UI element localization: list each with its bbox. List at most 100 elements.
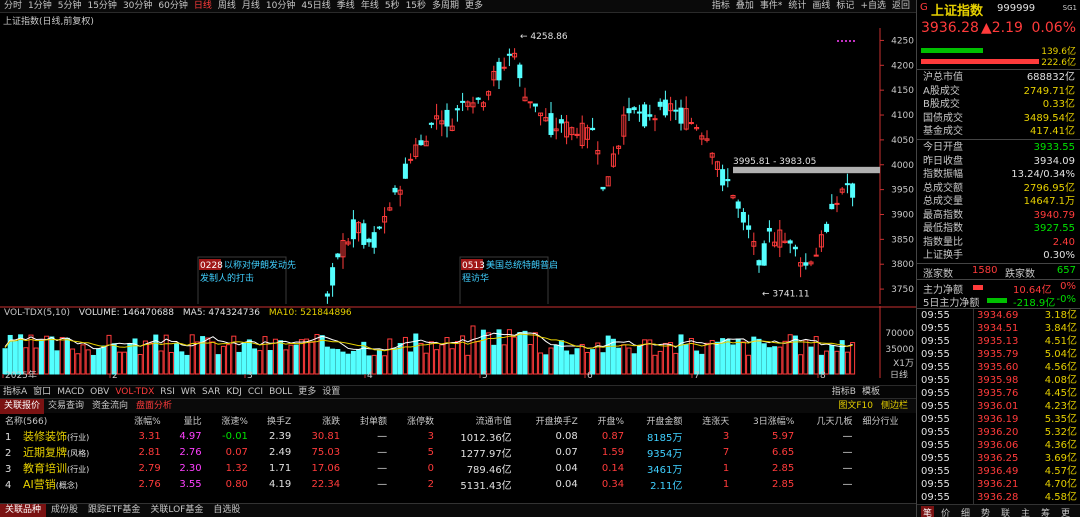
period-tab[interactable]: 季线 xyxy=(337,0,355,13)
period-tab[interactable]: 1分钟 xyxy=(28,0,52,13)
period-tab[interactable]: 分时 xyxy=(4,0,22,13)
column-header[interactable]: 名称(566) xyxy=(0,413,119,428)
column-header[interactable]: 涨跌 xyxy=(296,413,345,428)
table-tab[interactable]: 交易查询 xyxy=(44,399,88,414)
table-tab[interactable]: 盘面分析 xyxy=(132,399,176,414)
column-header[interactable]: 流通市值 xyxy=(439,413,517,428)
marker-dot xyxy=(853,40,855,42)
volume-bar xyxy=(12,341,18,375)
menu-item[interactable]: 叠加 xyxy=(736,0,754,13)
menu-item[interactable]: 画线 xyxy=(812,0,830,13)
table-right-tab[interactable]: 图文F10 xyxy=(834,399,877,414)
bottom-tab[interactable]: 关联LOF基金 xyxy=(145,504,208,517)
indicator-tab[interactable]: KDJ xyxy=(226,386,242,398)
indicator-tab[interactable]: BOLL xyxy=(269,386,292,398)
indicator-tab[interactable]: OBV xyxy=(90,386,109,398)
panel-tab[interactable]: 筹 xyxy=(1041,506,1050,517)
bottom-tab[interactable]: 成份股 xyxy=(46,504,83,517)
column-header[interactable]: 封单额 xyxy=(345,413,392,428)
price-change: ▲2.19 xyxy=(981,20,1023,36)
panel-tab[interactable]: 主 xyxy=(1021,506,1030,517)
row-number: 1 xyxy=(5,432,12,443)
volume-bar xyxy=(777,346,783,375)
column-header[interactable]: 3日涨幅% xyxy=(734,413,799,428)
column-header[interactable]: 换手Z xyxy=(253,413,296,428)
bottom-tab[interactable]: 跟踪ETF基金 xyxy=(83,504,145,517)
period-tab[interactable]: 日线 xyxy=(194,0,212,13)
column-header[interactable]: 开盘金额 xyxy=(629,413,687,428)
event-annotation[interactable]: 0228 以称对伊朗发动先发制人的打击 xyxy=(197,256,296,304)
table-tab[interactable]: 资金流向 xyxy=(88,399,132,414)
bottom-tab[interactable]: 关联品种 xyxy=(0,504,47,517)
indicator-right-item[interactable]: 模板 xyxy=(862,386,880,398)
period-tab[interactable]: 15秒 xyxy=(406,0,426,13)
sector-name[interactable]: AI营销 xyxy=(23,478,56,491)
menu-item[interactable]: 事件* xyxy=(760,0,783,13)
candle-body xyxy=(626,108,632,114)
period-tab[interactable]: 60分钟 xyxy=(158,0,187,13)
volume-bar xyxy=(631,353,637,375)
period-tab[interactable]: 45日线 xyxy=(301,0,330,13)
sector-name[interactable]: 教育培训 xyxy=(23,462,67,475)
indicator-tab[interactable]: VOL-TDX xyxy=(115,386,154,398)
table-row[interactable]: 4 AI营销(概念) 2.76 3.55 0.80 4.19 22.34 — 2 5131.43亿… xyxy=(0,476,916,492)
table-row[interactable]: 3 教育培训(行业) 2.79 2.30 1.32 1.71 17.06 — 0 789.46亿 0… xyxy=(0,460,916,476)
column-header[interactable]: 开盘% xyxy=(583,413,629,428)
column-header[interactable]: 量比 xyxy=(166,413,207,428)
column-header[interactable]: 连涨天 xyxy=(687,413,734,428)
period-tab[interactable]: 年线 xyxy=(361,0,379,13)
kline-chart[interactable]: 4250 4200 4150 4100 4050 4000 3950 3900 3850 3800… xyxy=(0,14,916,304)
menu-item[interactable]: 返回 xyxy=(892,0,910,13)
candle-body xyxy=(662,99,668,116)
period-tab[interactable]: 10分钟 xyxy=(266,0,295,13)
indicator-tab[interactable]: 更多 xyxy=(298,386,316,398)
period-tab[interactable]: 5分钟 xyxy=(58,0,82,13)
cell-delta: 22.34 xyxy=(311,478,341,490)
menu-item[interactable]: +自选 xyxy=(860,0,886,13)
indicator-right-item[interactable]: 指标B xyxy=(832,386,856,398)
period-tab[interactable]: 多周期 xyxy=(432,0,459,13)
period-tab[interactable]: 15分钟 xyxy=(87,0,116,13)
indicator-tab[interactable]: WR xyxy=(181,386,196,398)
column-header[interactable]: 涨速% xyxy=(207,413,253,428)
table-right-tab[interactable]: 侧边栏 xyxy=(877,399,912,414)
indicator-tab[interactable]: MACD xyxy=(57,386,84,398)
column-header[interactable]: 涨幅% xyxy=(119,413,165,428)
sector-name[interactable]: 装修装饰 xyxy=(23,430,67,443)
period-tab[interactable]: 周线 xyxy=(218,0,236,13)
panel-tab[interactable]: 更 xyxy=(1061,506,1070,517)
period-tab[interactable]: 月线 xyxy=(242,0,260,13)
column-header[interactable]: 开盘换手Z xyxy=(517,413,583,428)
indicator-tab[interactable]: RSI xyxy=(160,386,175,398)
panel-tab[interactable]: 势 xyxy=(981,506,990,517)
event-annotation[interactable]: 0513 美国总统特朗普启程访华 xyxy=(459,256,558,304)
column-header[interactable]: 几天几板 xyxy=(799,413,857,428)
indicator-tab[interactable]: 设置 xyxy=(322,386,340,398)
divider xyxy=(917,139,1080,140)
cell-vr: 2.76 xyxy=(179,446,202,458)
table-row[interactable]: 2 近期复牌(风格) 2.81 2.76 0.07 2.49 75.03 — 5 1277.97亿… xyxy=(0,444,916,460)
indicator-tab[interactable]: SAR xyxy=(202,386,220,398)
volume-bar xyxy=(725,339,731,375)
column-header[interactable]: 细分行业 xyxy=(858,413,916,428)
indicator-tab[interactable]: CCI xyxy=(248,386,263,398)
panel-tab[interactable]: 细 xyxy=(961,506,970,517)
indicator-tab[interactable]: 窗口 xyxy=(33,386,51,398)
table-row[interactable]: 1 装修装饰(行业) 3.31 4.97 -0.01 2.39 30.81 — 3 1012.36… xyxy=(0,428,916,444)
candle-body xyxy=(829,203,835,210)
column-header[interactable]: 涨停数 xyxy=(392,413,439,428)
menu-item[interactable]: 标记 xyxy=(836,0,854,13)
period-tab[interactable]: 更多 xyxy=(465,0,483,13)
period-tab[interactable]: 5秒 xyxy=(385,0,400,13)
indicator-tab[interactable]: 指标A xyxy=(3,386,27,398)
panel-tab[interactable]: 笔 xyxy=(921,506,935,517)
volume-bar xyxy=(350,350,356,375)
sector-name[interactable]: 近期复牌 xyxy=(23,446,67,459)
panel-tab[interactable]: 联 xyxy=(1001,506,1010,517)
menu-item[interactable]: 统计 xyxy=(788,0,806,13)
menu-item[interactable]: 指标 xyxy=(712,0,730,13)
panel-tab[interactable]: 价 xyxy=(941,506,950,517)
bottom-tab[interactable]: 自选股 xyxy=(208,504,245,517)
period-tab[interactable]: 30分钟 xyxy=(123,0,152,13)
table-tab[interactable]: 关联报价 xyxy=(0,399,45,414)
